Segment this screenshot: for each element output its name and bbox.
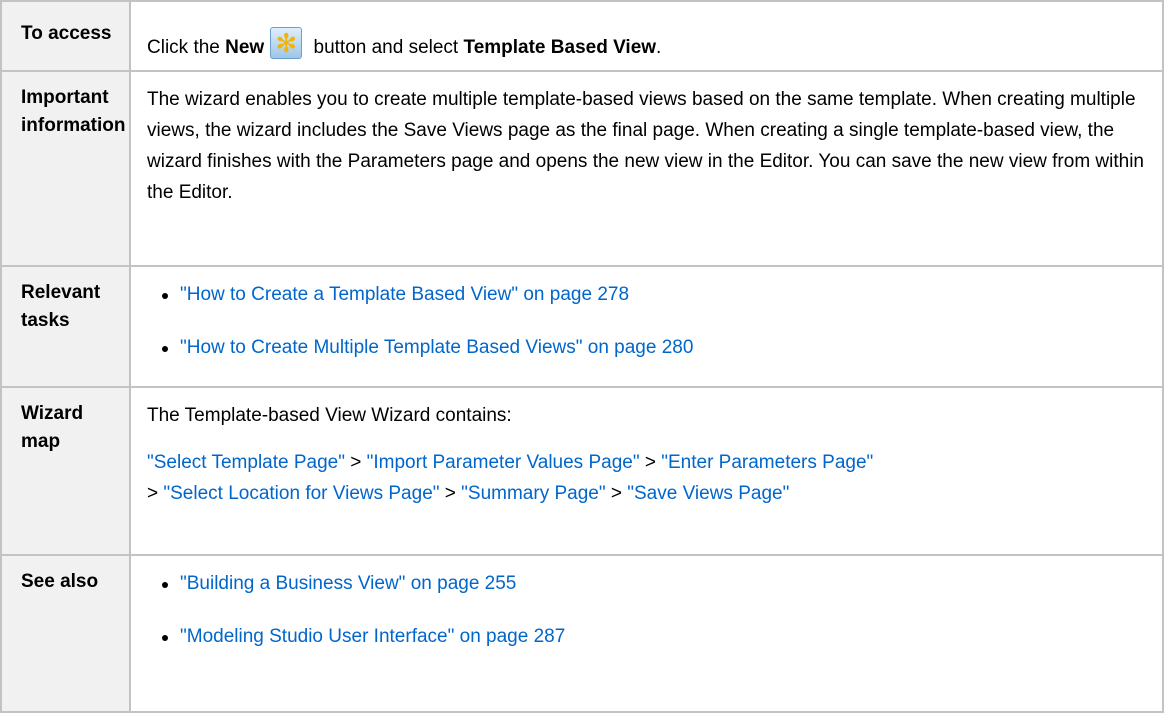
- access-text-before: Click the: [147, 37, 226, 58]
- wizard-step-summary[interactable]: "Summary Page": [461, 483, 605, 504]
- new-button-name: New: [225, 37, 265, 58]
- to-access-label: To access: [0, 0, 131, 72]
- row-important-information: Important information The wizard enables…: [0, 70, 1164, 267]
- important-information-label: Important information: [0, 70, 131, 267]
- new-star-icon: ✻: [270, 27, 303, 59]
- access-text-middle: button and select: [308, 37, 464, 58]
- bullet-icon: [162, 582, 168, 588]
- list-item: "How to Create a Template Based View" on…: [147, 279, 1152, 310]
- step-separator: >: [639, 452, 662, 473]
- step-separator: >: [147, 483, 164, 504]
- wizard-map-intro: The Template-based View Wizard contains:: [147, 405, 512, 426]
- task-link-create-template-based-view[interactable]: "How to Create a Template Based View" on…: [180, 284, 629, 305]
- bullet-icon: [162, 293, 168, 299]
- wizard-map-steps: "Select Template Page" > "Import Paramet…: [147, 447, 1152, 509]
- tasks-label-line1: Relevant: [21, 282, 101, 303]
- wizard-map-label: Wizard map: [0, 386, 131, 556]
- row-relevant-tasks: Relevant tasks "How to Create a Template…: [0, 265, 1164, 388]
- task-link-create-multiple-template-based-views[interactable]: "How to Create Multiple Template Based V…: [180, 337, 693, 358]
- wizard-step-select-template[interactable]: "Select Template Page": [147, 452, 345, 473]
- bullet-icon: [162, 635, 168, 641]
- row-to-access: To access Click the New ✻ button and sele…: [0, 0, 1164, 72]
- see-also-label: See also: [0, 554, 131, 713]
- see-also-link-building-business-view[interactable]: "Building a Business View" on page 255: [180, 573, 516, 594]
- row-wizard-map: Wizard map The Template-based View Wizar…: [0, 386, 1164, 556]
- list-item: "Building a Business View" on page 255: [147, 568, 1152, 599]
- row-see-also: See also "Building a Business View" on p…: [0, 554, 1164, 713]
- step-separator: >: [605, 483, 628, 504]
- list-item: "How to Create Multiple Template Based V…: [147, 332, 1152, 363]
- relevant-tasks-content: "How to Create a Template Based View" on…: [129, 265, 1164, 388]
- bullet-icon: [162, 346, 168, 352]
- see-also-link-modeling-studio-ui[interactable]: "Modeling Studio User Interface" on page…: [180, 626, 565, 647]
- important-information-content: The wizard enables you to create multipl…: [129, 70, 1164, 267]
- wizard-step-import-parameter-values[interactable]: "Import Parameter Values Page": [367, 452, 640, 473]
- wizard-step-save-views[interactable]: "Save Views Page": [627, 483, 789, 504]
- step-separator: >: [344, 452, 367, 473]
- step-separator: >: [439, 483, 462, 504]
- access-text-end: .: [656, 37, 662, 58]
- wizard-step-enter-parameters[interactable]: "Enter Parameters Page": [661, 452, 873, 473]
- relevant-tasks-list: "How to Create a Template Based View" on…: [147, 279, 1152, 363]
- important-label-line1: Important: [21, 87, 109, 108]
- relevant-tasks-label: Relevant tasks: [0, 265, 131, 388]
- template-based-view-option: Template Based View: [463, 37, 657, 58]
- important-information-text: The wizard enables you to create multipl…: [147, 89, 1144, 203]
- list-item: "Modeling Studio User Interface" on page…: [147, 621, 1152, 652]
- important-label-line2: information: [21, 115, 126, 136]
- wizard-step-select-location[interactable]: "Select Location for Views Page": [163, 483, 439, 504]
- see-also-list: "Building a Business View" on page 255 "…: [147, 568, 1152, 652]
- wizard-map-content: The Template-based View Wizard contains:…: [129, 386, 1164, 556]
- wizard-info-table: To access Click the New ✻ button and sele…: [0, 0, 1164, 713]
- to-access-content: Click the New ✻ button and select Templat…: [129, 0, 1164, 72]
- see-also-content: "Building a Business View" on page 255 "…: [129, 554, 1164, 713]
- tasks-label-line2: tasks: [21, 310, 70, 331]
